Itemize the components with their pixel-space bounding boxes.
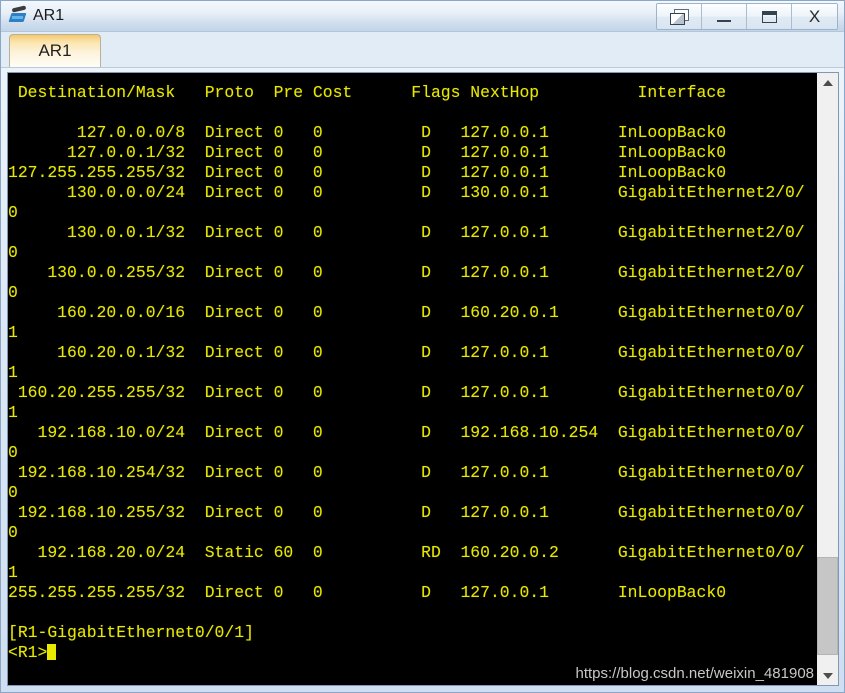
chevron-up-icon [822, 79, 833, 86]
watermark-text: https://blog.csdn.net/weixin_481908 [575, 665, 815, 682]
title-bar: AR1 X [1, 1, 844, 32]
terminal-cursor [47, 644, 57, 660]
maximize-icon [761, 10, 777, 23]
restore-windows-icon [669, 8, 689, 25]
window-title: AR1 [33, 7, 65, 24]
vertical-scrollbar[interactable] [816, 73, 838, 685]
window-controls: X [656, 3, 838, 30]
router-cli-window: AR1 X AR1 Destination/Mask Proto Pre Cos… [0, 0, 845, 693]
scroll-up-button[interactable] [817, 73, 838, 92]
console-area: Destination/Mask Proto Pre Cost Flags Ne… [7, 72, 839, 686]
close-button[interactable]: X [792, 4, 837, 29]
terminal-output[interactable]: Destination/Mask Proto Pre Cost Flags Ne… [8, 73, 816, 685]
close-icon: X [808, 7, 821, 26]
tab-ar1[interactable]: AR1 [9, 34, 101, 67]
minimize-icon [717, 19, 731, 22]
tab-strip: AR1 [1, 32, 844, 68]
maximize-button[interactable] [747, 4, 792, 29]
router-icon [8, 5, 29, 26]
restore-windows-button[interactable] [657, 4, 702, 29]
scrollbar-track[interactable] [817, 92, 838, 666]
minimize-button[interactable] [702, 4, 747, 29]
terminal-text: Destination/Mask Proto Pre Cost Flags Ne… [8, 83, 805, 662]
tab-label: AR1 [38, 41, 72, 60]
scrollbar-thumb[interactable] [817, 556, 838, 655]
chevron-down-icon [822, 672, 833, 679]
scroll-down-button[interactable] [817, 666, 838, 685]
